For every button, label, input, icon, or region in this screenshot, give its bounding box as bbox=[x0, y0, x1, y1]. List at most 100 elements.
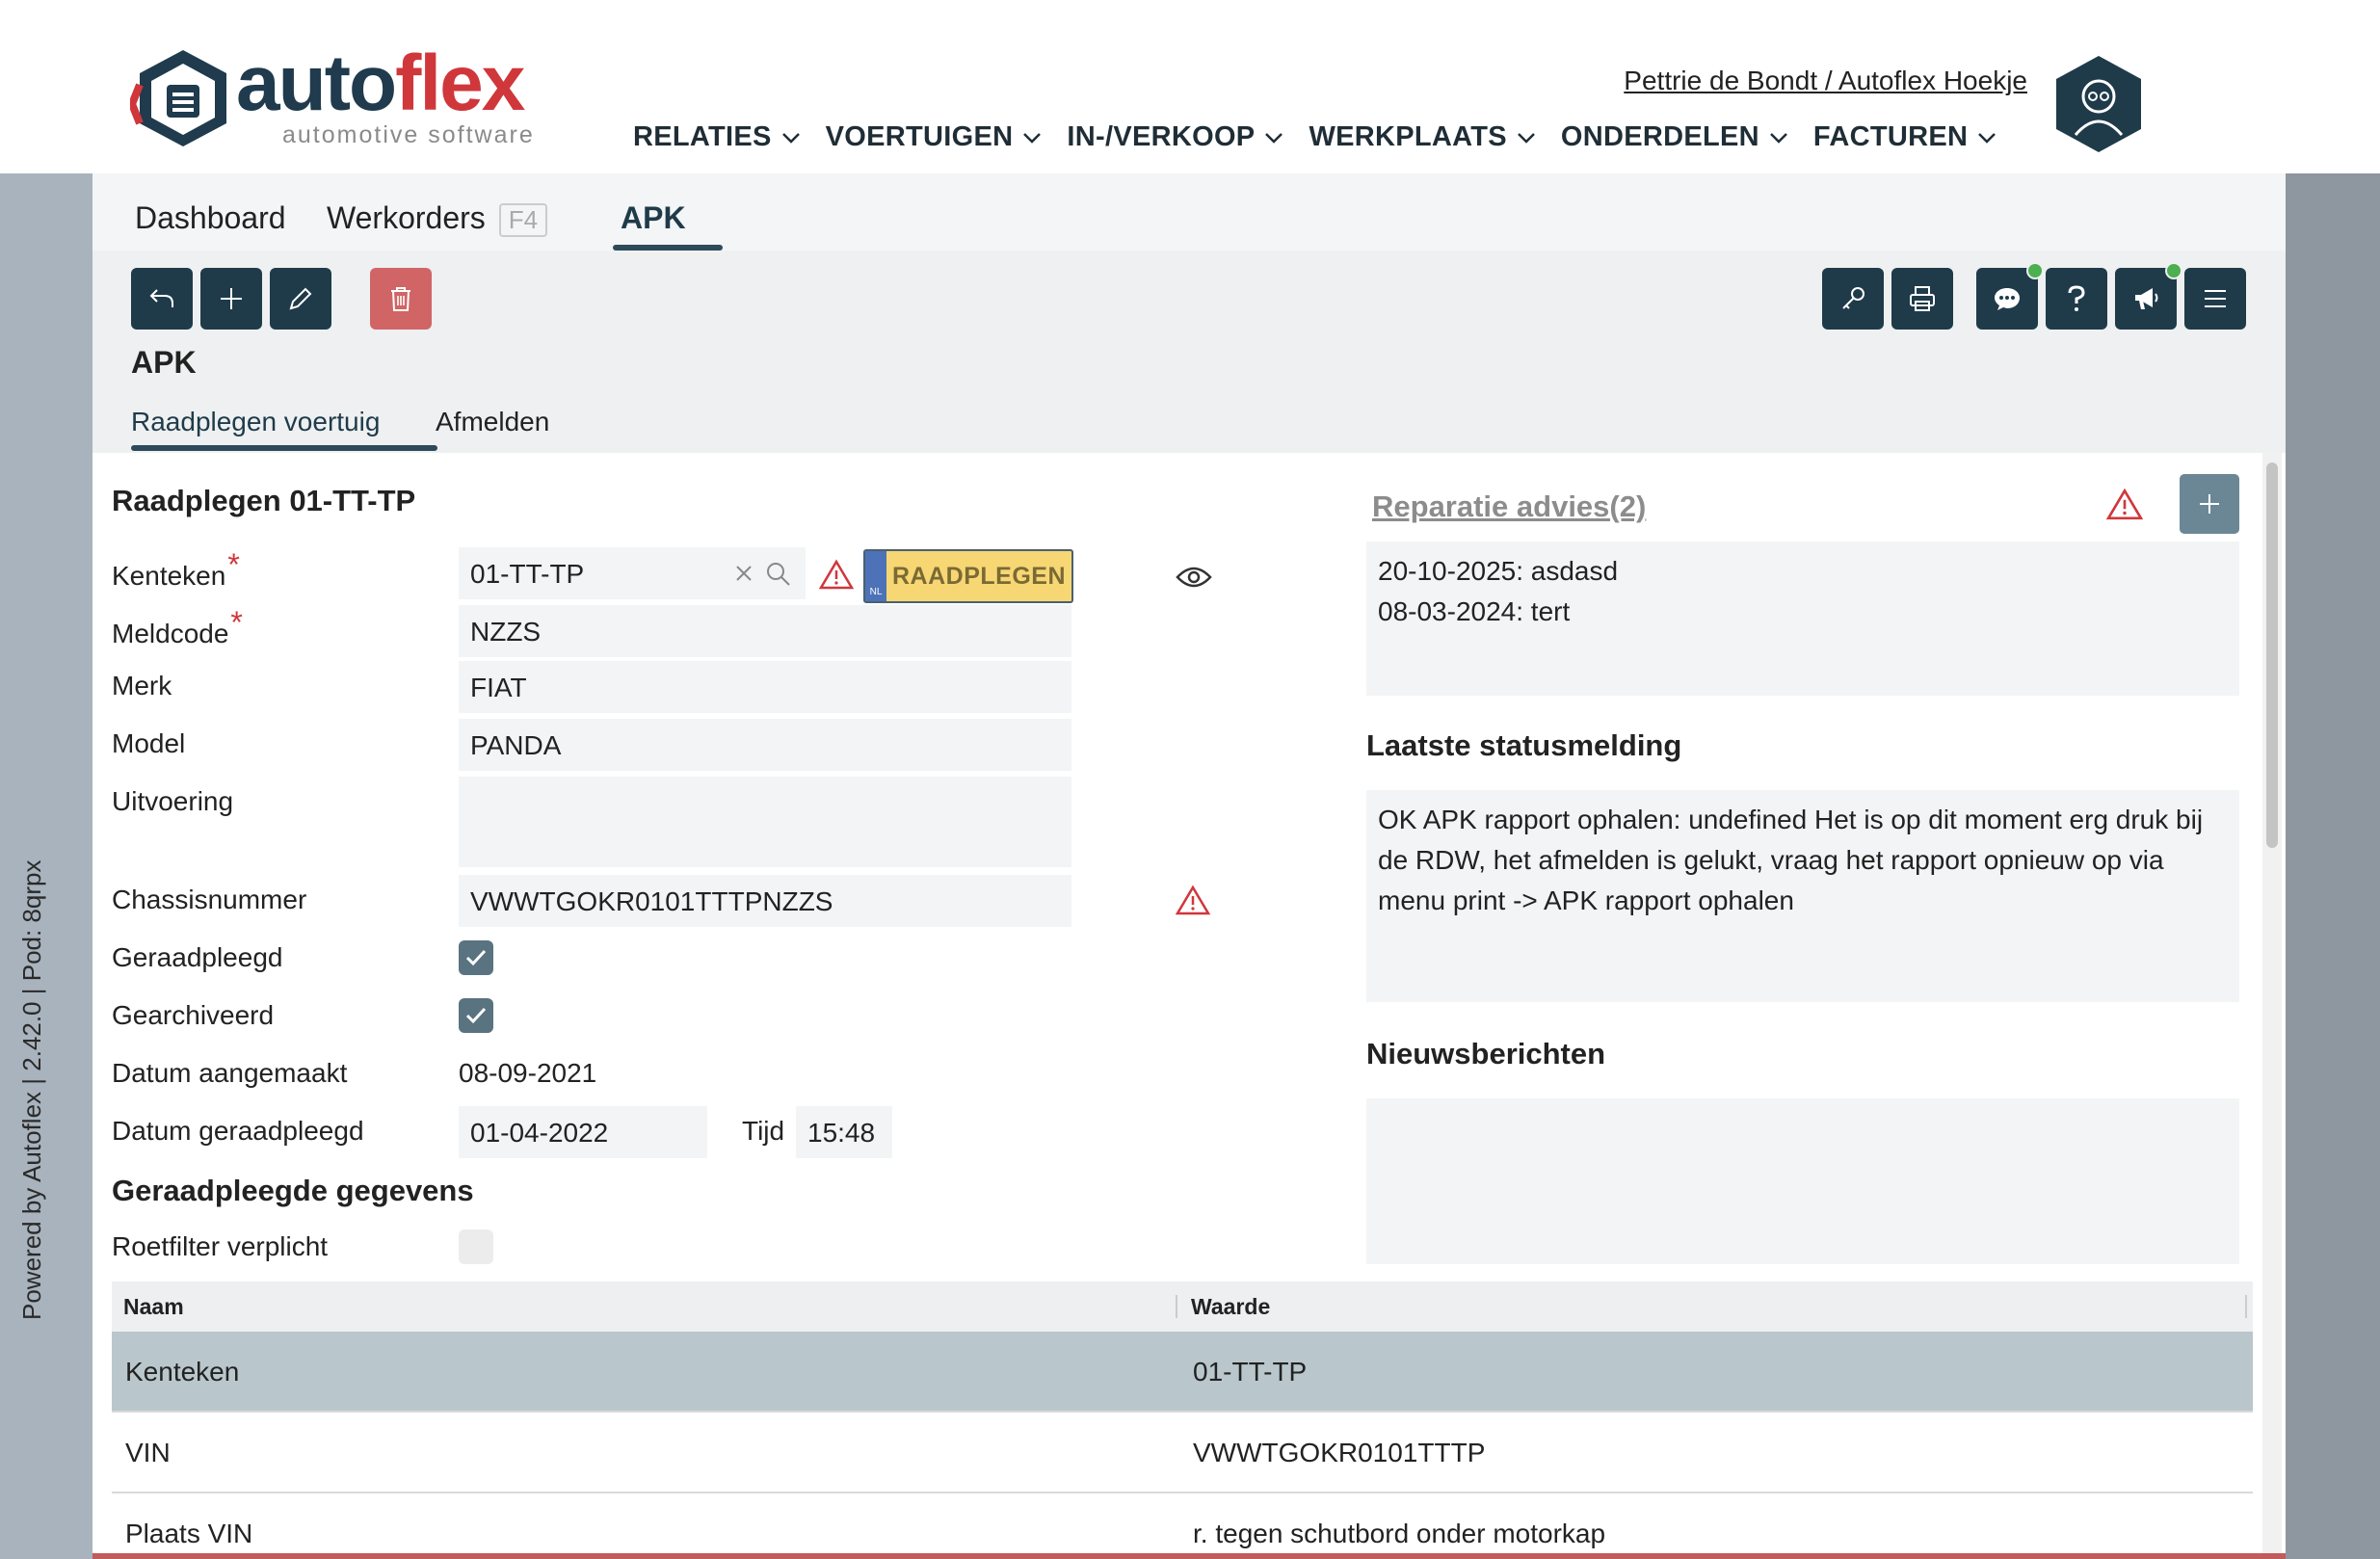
page-title: APK bbox=[131, 345, 197, 380]
warning-icon bbox=[1176, 885, 1210, 915]
nl-plate-badge: NL bbox=[865, 551, 886, 601]
cell-naam: VIN bbox=[125, 1438, 171, 1467]
statusmelding-text: OK APK rapport ophalen: undefined Het is… bbox=[1366, 790, 2239, 1002]
question-mark-icon bbox=[2068, 285, 2085, 311]
logo-wordmark: autoflex bbox=[236, 40, 525, 127]
tijd-field[interactable]: 15:48 bbox=[796, 1106, 892, 1158]
nav-werkplaats[interactable]: WERKPLAATS bbox=[1309, 121, 1535, 153]
uitvoering-field[interactable] bbox=[459, 777, 1071, 867]
table-header: Naam Waarde bbox=[112, 1282, 2253, 1332]
app-tabs: Dashboard Werkorders F4 APK bbox=[93, 173, 2286, 251]
chevron-down-icon bbox=[1978, 132, 1997, 144]
scrollbar-thumb[interactable] bbox=[2266, 462, 2278, 848]
tab-dashboard[interactable]: Dashboard bbox=[135, 200, 286, 236]
datum-aangemaakt-value: 08-09-2021 bbox=[459, 1058, 597, 1088]
tab-werkorders[interactable]: Werkorders F4 bbox=[327, 200, 548, 238]
meldcode-label: Meldcode* bbox=[112, 605, 243, 648]
form-title: Raadplegen 01-TT-TP bbox=[112, 484, 416, 517]
nav-voertuigen[interactable]: VOERTUIGEN bbox=[826, 121, 1043, 153]
user-avatar[interactable] bbox=[2052, 54, 2145, 154]
search-icon[interactable] bbox=[765, 561, 792, 588]
gearchiveerd-checkbox[interactable] bbox=[459, 998, 493, 1033]
raadplegen-button-label: RAADPLEGEN bbox=[891, 562, 1066, 590]
subtab-raadplegen-voertuig[interactable]: Raadplegen voertuig bbox=[131, 407, 380, 437]
key-icon bbox=[1842, 287, 1864, 309]
delete-button[interactable] bbox=[370, 268, 432, 330]
help-button[interactable] bbox=[2046, 268, 2107, 330]
add-button[interactable] bbox=[200, 268, 262, 330]
datum-geraadpleegd-label: Datum geraadpleegd bbox=[112, 1116, 364, 1146]
chevron-down-icon bbox=[1023, 132, 1042, 144]
merk-field[interactable]: FIAT bbox=[459, 661, 1071, 713]
logo-mark-icon bbox=[130, 50, 226, 146]
chassisnummer-field[interactable]: VWWTGOKR0101TTTPNZZS bbox=[459, 875, 1071, 927]
chassisnummer-label: Chassisnummer bbox=[112, 885, 307, 914]
clear-icon[interactable] bbox=[734, 564, 754, 583]
chevron-down-icon bbox=[781, 132, 800, 144]
chat-button[interactable] bbox=[1976, 262, 2044, 330]
tab-apk[interactable]: APK bbox=[621, 200, 686, 236]
datum-geraadpleegd-field[interactable]: 01-04-2022 bbox=[459, 1106, 707, 1158]
uitvoering-label: Uitvoering bbox=[112, 786, 234, 816]
autoflex-logo[interactable]: autoflex automotive software bbox=[130, 40, 554, 152]
tijd-label: Tijd bbox=[742, 1116, 785, 1146]
column-divider[interactable] bbox=[1176, 1295, 1177, 1318]
edit-button[interactable] bbox=[270, 268, 331, 330]
content-area: Raadplegen 01-TT-TP Kenteken* 01-TT-TP N… bbox=[93, 453, 2286, 1559]
nav-relaties[interactable]: RELATIES bbox=[633, 121, 801, 153]
nav-onderdelen[interactable]: ONDERDELEN bbox=[1561, 121, 1788, 153]
eye-icon[interactable] bbox=[1176, 564, 1212, 591]
subtab-afmelden[interactable]: Afmelden bbox=[436, 407, 549, 437]
cell-naam: Plaats VIN bbox=[125, 1519, 253, 1548]
announcements-button[interactable] bbox=[2115, 262, 2182, 330]
roetfilter-checkbox[interactable] bbox=[459, 1229, 493, 1264]
right-side-strip bbox=[2286, 173, 2380, 1559]
avatar-icon bbox=[2056, 56, 2141, 152]
main-navigation: RELATIES VOERTUIGEN IN-/VERKOOP WERKPLAA… bbox=[633, 121, 2022, 153]
geraadpleegd-checkbox[interactable] bbox=[459, 940, 493, 975]
chevron-down-icon bbox=[1265, 132, 1283, 144]
menu-button[interactable] bbox=[2184, 268, 2246, 330]
column-header-waarde[interactable]: Waarde bbox=[1191, 1294, 1270, 1320]
table-row[interactable]: VIN VWWTGOKR0101TTTP bbox=[112, 1413, 2253, 1493]
checkmark-icon bbox=[465, 1007, 487, 1024]
raadplegen-button[interactable]: NL RAADPLEGEN bbox=[863, 549, 1073, 603]
plus-icon bbox=[2200, 494, 2219, 514]
model-field[interactable]: PANDA bbox=[459, 719, 1071, 771]
megaphone-icon bbox=[2135, 288, 2158, 309]
checkmark-icon bbox=[465, 949, 487, 966]
app-header: autoflex automotive software Pettrie de … bbox=[0, 0, 2380, 173]
chevron-down-icon bbox=[1518, 132, 1535, 144]
column-divider[interactable] bbox=[2245, 1295, 2247, 1318]
table-row[interactable]: Plaats VIN r. tegen schutbord onder moto… bbox=[112, 1493, 2253, 1559]
undo-arrow-icon bbox=[149, 289, 173, 307]
main-panel: Dashboard Werkorders F4 APK APK Raadpleg… bbox=[93, 173, 2286, 1559]
version-info: Powered by Autoflex | 2.42.0 | Pod: 8qrp… bbox=[17, 859, 46, 1320]
datum-aangemaakt-label: Datum aangemaakt bbox=[112, 1058, 348, 1088]
trash-icon bbox=[391, 287, 410, 311]
user-account-link[interactable]: Pettrie de Bondt / Autoflex Hoekje bbox=[1624, 66, 2027, 96]
reparatie-advies-link[interactable]: Reparatie advies(2) bbox=[1372, 489, 1646, 524]
bottom-accent-line bbox=[93, 1553, 2286, 1559]
logo-tagline: automotive software bbox=[282, 121, 535, 148]
kenteken-input[interactable]: 01-TT-TP bbox=[459, 547, 806, 599]
back-button[interactable] bbox=[131, 268, 193, 330]
notification-dot bbox=[2165, 262, 2182, 279]
reparatie-advies-list: 20-10-2025: asdasd 08-03-2024: tert bbox=[1366, 542, 2239, 696]
nav-in-verkoop[interactable]: IN-/VERKOOP bbox=[1067, 121, 1283, 153]
cell-waarde: VWWTGOKR0101TTTP bbox=[1193, 1438, 1486, 1467]
notification-dot bbox=[2026, 262, 2044, 279]
warning-icon bbox=[2106, 488, 2143, 520]
shortcut-badge: F4 bbox=[498, 203, 548, 238]
key-button[interactable] bbox=[1822, 268, 1884, 330]
column-header-naam[interactable]: Naam bbox=[123, 1294, 184, 1320]
printer-icon bbox=[1910, 286, 1935, 311]
nav-facturen[interactable]: FACTUREN bbox=[1813, 121, 1997, 153]
table-row[interactable]: Kenteken 01-TT-TP bbox=[112, 1332, 2253, 1413]
kenteken-label: Kenteken* bbox=[112, 547, 240, 591]
print-button[interactable] bbox=[1891, 268, 1953, 330]
add-reparatie-advies-button[interactable] bbox=[2180, 474, 2239, 534]
plus-icon bbox=[221, 288, 242, 309]
meldcode-field[interactable]: NZZS bbox=[459, 605, 1071, 657]
pencil-icon bbox=[289, 287, 312, 310]
